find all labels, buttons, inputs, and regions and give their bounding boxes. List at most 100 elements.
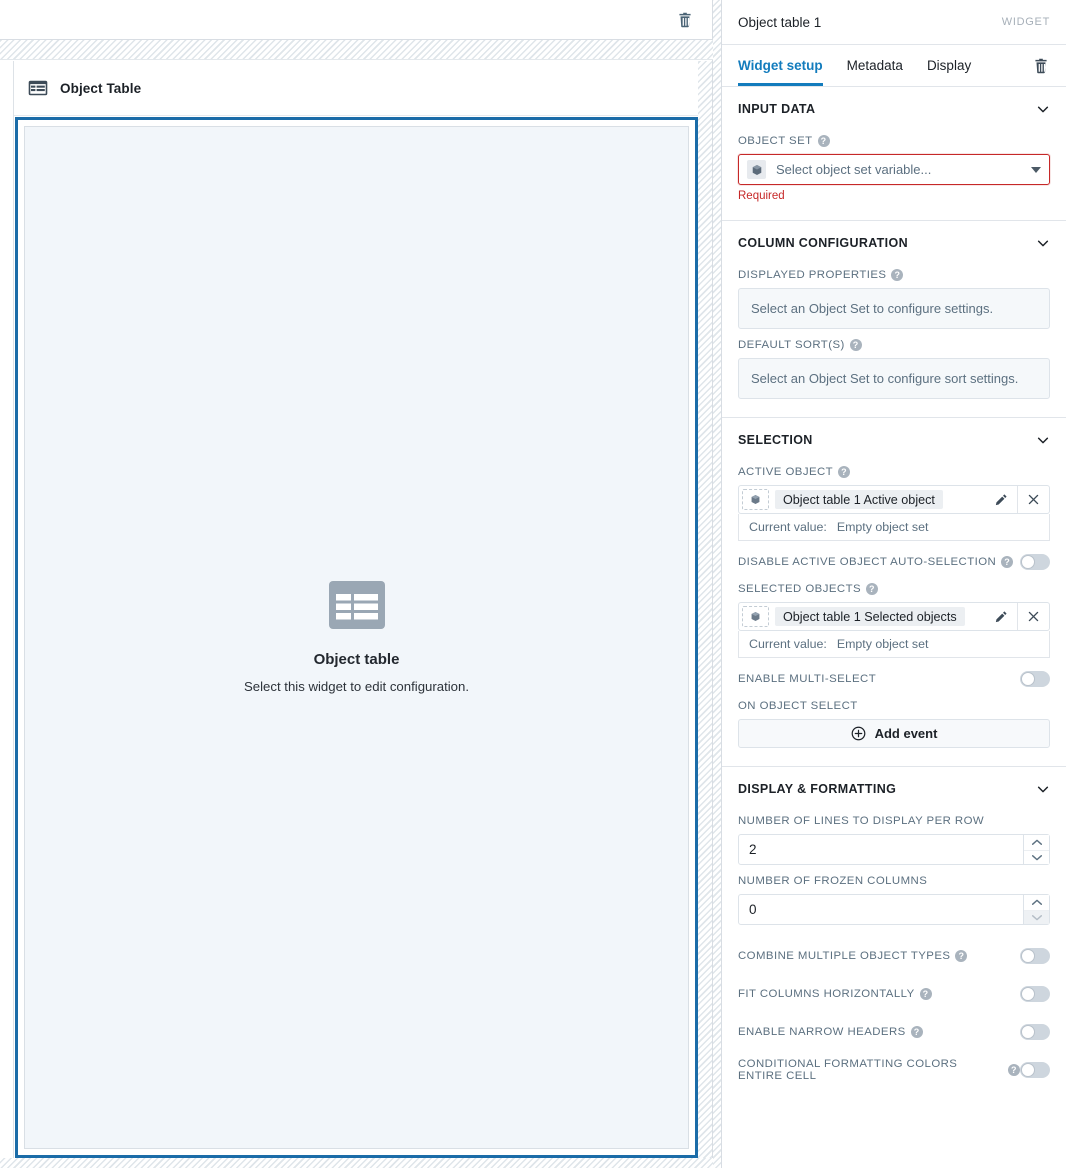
label-enable-multi-select: ENABLE MULTI-SELECT [738,673,1020,685]
tab-display[interactable]: Display [927,45,971,86]
section-title-selection: SELECTION [738,433,813,447]
board-right-gutter [698,61,712,1168]
help-icon[interactable]: ? [817,135,830,147]
active-object-edit-button[interactable] [985,486,1017,513]
help-icon[interactable]: ? [955,950,968,962]
toggle-disable-auto-selection[interactable] [1020,554,1050,570]
widget-header-title: Object Table [60,80,142,96]
object-set-error: Required [738,190,785,202]
row-fit-columns: FIT COLUMNS HORIZONTALLY ? [738,977,1050,1011]
row-conditional-formatting: CONDITIONAL FORMATTING COLORS ENTIRE CEL… [738,1053,1050,1087]
tab-widget-setup[interactable]: Widget setup [738,45,823,86]
row-enable-multi-select: ENABLE MULTI-SELECT [738,662,1050,696]
active-object-clear-button[interactable] [1017,486,1049,513]
lines-per-row-input[interactable] [739,835,1023,864]
chevron-down-icon [1031,914,1042,921]
displayed-properties-box: Select an Object Set to configure settin… [738,288,1050,329]
label-default-sorts-text: DEFAULT SORT(S) [738,339,845,351]
section-header-display-formatting[interactable]: DISPLAY & FORMATTING [738,767,1050,811]
toggle-combine-object-types[interactable] [1020,948,1050,964]
canvas-delete-button[interactable] [672,7,698,33]
label-displayed-properties: DISPLAYED PROPERTIES ? [738,269,1050,281]
toggle-narrow-headers[interactable] [1020,1024,1050,1040]
lines-per-row-decrement[interactable] [1024,849,1049,864]
help-icon[interactable]: ? [919,988,932,1000]
selected-objects-variable-row[interactable]: Object table 1 Selected objects [738,602,1050,631]
selected-objects-clear-button[interactable] [1017,603,1049,630]
label-object-set: OBJECT SET ? [738,135,1050,147]
current-value-label: Current value: [749,520,827,534]
section-header-input-data[interactable]: INPUT DATA [738,87,1050,131]
tab-metadata-label: Metadata [846,58,903,73]
frozen-columns-increment[interactable] [1024,895,1049,910]
row-combine-object-types: COMBINE MULTIPLE OBJECT TYPES ? [738,939,1050,973]
chevron-down-icon [1037,240,1049,247]
lines-per-row-stepper[interactable] [738,834,1050,865]
placeholder-title: Object table [313,651,400,668]
canvas-board: Object Table Object table Select this wi… [0,61,712,1168]
label-enable-multi-select-text: ENABLE MULTI-SELECT [738,673,877,685]
selected-widget-frame[interactable]: Object table Select this widget to edit … [15,117,698,1158]
toggle-knob [1021,987,1035,1001]
frozen-columns-stepper[interactable] [738,894,1050,925]
label-conditional-formatting: CONDITIONAL FORMATTING COLORS ENTIRE CEL… [738,1058,1020,1082]
selected-objects-edit-button[interactable] [985,603,1017,630]
help-icon[interactable]: ? [849,339,862,351]
label-disable-auto-selection-text: DISABLE ACTIVE OBJECT AUTO-SELECTION [738,556,997,568]
canvas-toolbar [0,0,712,40]
toggle-conditional-formatting[interactable] [1020,1062,1050,1078]
panel-title-row: Object table 1 WIDGET [722,0,1066,45]
default-sorts-box: Select an Object Set to configure sort s… [738,358,1050,399]
tabs-spacer [995,45,1032,86]
label-frozen-columns-text: NUMBER OF FROZEN COLUMNS [738,875,928,887]
object-table-placeholder[interactable]: Object table Select this widget to edit … [24,126,689,1149]
help-icon[interactable]: ? [866,583,879,595]
help-icon[interactable]: ? [891,269,904,281]
add-event-button[interactable]: Add event [738,719,1050,748]
label-object-set-text: OBJECT SET [738,135,813,147]
label-selected-objects: SELECTED OBJECTS ? [738,583,1050,595]
panel-scroll-area[interactable]: INPUT DATA OBJECT SET ? Select object se… [722,87,1066,1168]
toggle-fit-columns[interactable] [1020,986,1050,1002]
label-displayed-properties-text: DISPLAYED PROPERTIES [738,269,887,281]
label-frozen-columns: NUMBER OF FROZEN COLUMNS [738,875,1050,887]
active-object-variable-name: Object table 1 Active object [775,490,943,509]
close-icon [1028,611,1039,622]
help-icon[interactable]: ? [838,466,851,478]
object-set-select-placeholder: Select object set variable... [776,162,932,177]
cube-icon [751,494,760,505]
help-icon[interactable]: ? [910,1026,923,1038]
object-set-select[interactable]: Select object set variable... [738,154,1050,185]
chevron-down-icon [1037,786,1049,793]
chevron-up-icon [1031,899,1042,905]
panel-tabs: Widget setup Metadata Display [722,45,1066,87]
label-fit-columns-text: FIT COLUMNS HORIZONTALLY [738,988,915,1000]
section-header-selection[interactable]: SELECTION [738,418,1050,462]
variable-icon [742,489,769,510]
frozen-columns-stepper-buttons [1023,895,1049,924]
section-title-display-formatting: DISPLAY & FORMATTING [738,782,897,796]
toggle-knob [1021,555,1035,569]
label-narrow-headers: ENABLE NARROW HEADERS ? [738,1026,1020,1038]
lines-per-row-stepper-buttons [1023,835,1049,864]
object-set-icon [747,160,766,179]
plus-circle-icon [851,726,865,741]
trash-icon [1035,58,1047,73]
frozen-columns-input[interactable] [739,895,1023,924]
lines-per-row-increment[interactable] [1024,835,1049,850]
panel-delete-button[interactable] [1032,45,1050,86]
section-display-formatting: DISPLAY & FORMATTING NUMBER OF LINES TO … [722,767,1066,1105]
section-column-configuration: COLUMN CONFIGURATION DISPLAYED PROPERTIE… [722,221,1066,418]
panel-title: Object table 1 [738,14,822,30]
active-object-variable-row[interactable]: Object table 1 Active object [738,485,1050,514]
tab-widget-setup-label: Widget setup [738,58,823,73]
variable-icon [742,606,769,627]
tab-metadata[interactable]: Metadata [847,45,903,86]
section-header-column-configuration[interactable]: COLUMN CONFIGURATION [738,221,1050,265]
toggle-enable-multi-select[interactable] [1020,671,1050,687]
label-on-object-select-text: ON OBJECT SELECT [738,700,858,712]
help-icon[interactable]: ? [1008,1064,1020,1076]
help-icon[interactable]: ? [1001,556,1014,568]
label-active-object: ACTIVE OBJECT ? [738,466,1050,478]
